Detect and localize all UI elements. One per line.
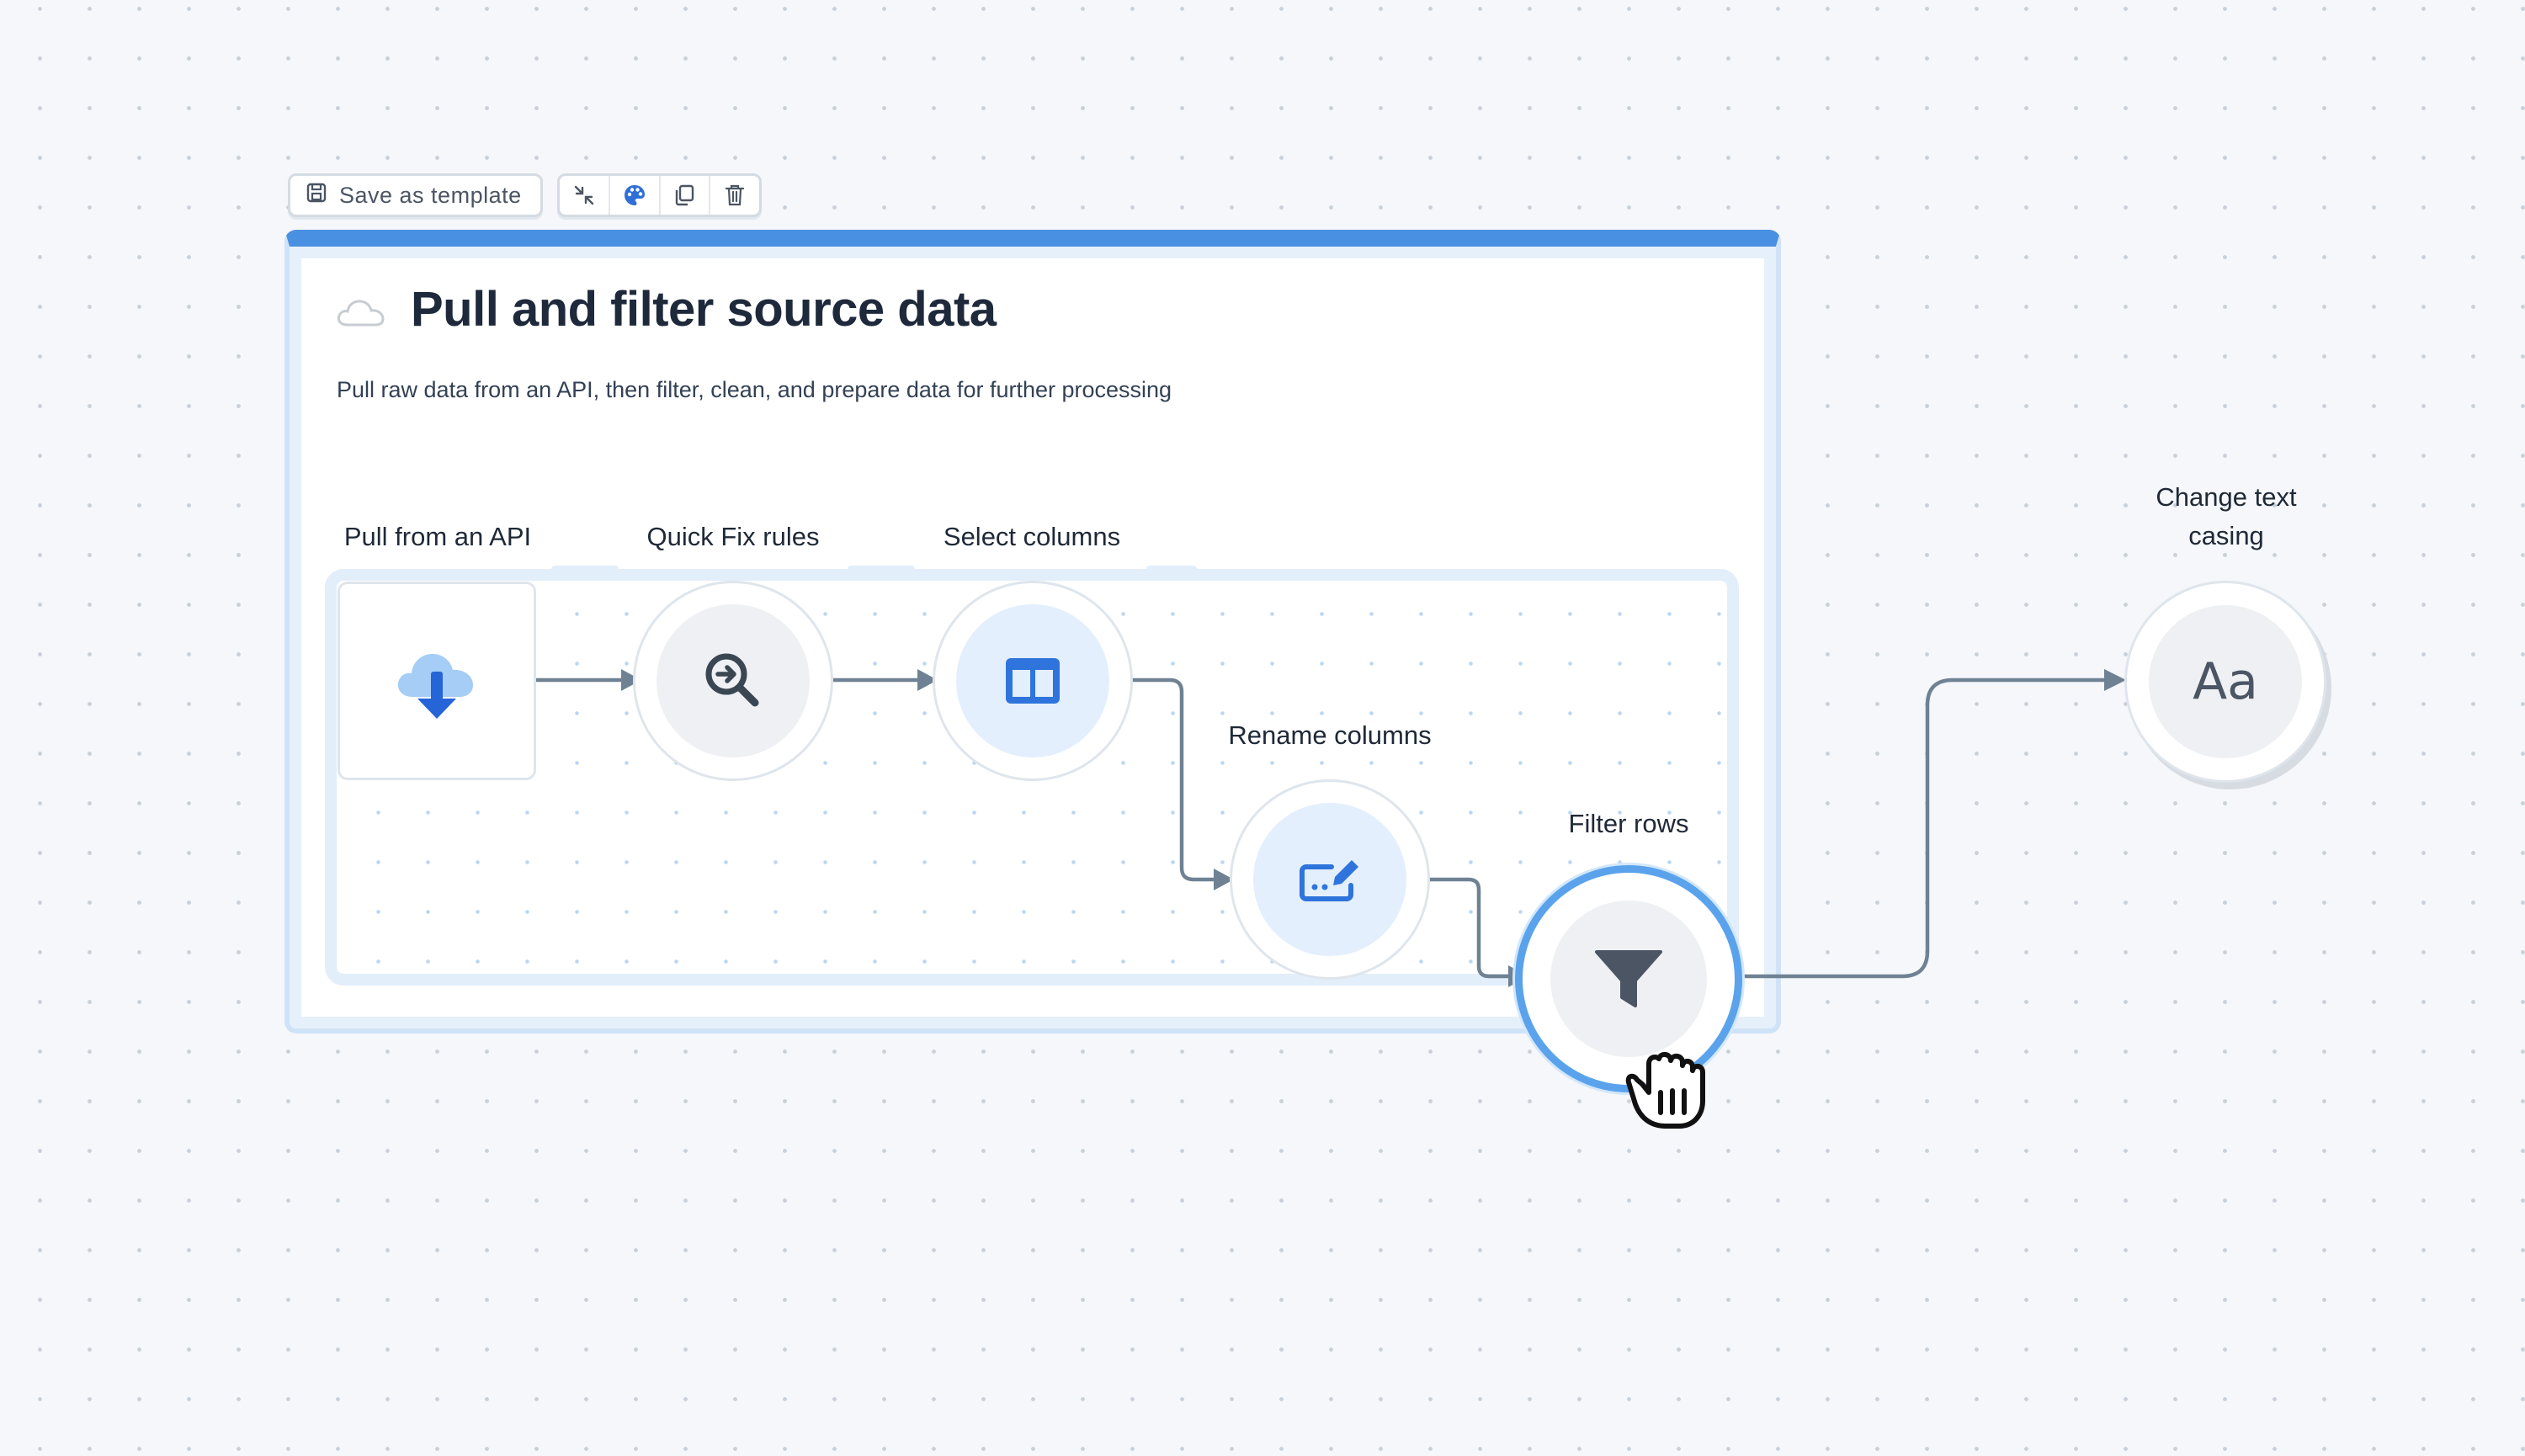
node-rename-columns[interactable] xyxy=(1230,779,1430,980)
node-quick-fix[interactable] xyxy=(633,581,833,781)
cloud-download-icon xyxy=(397,653,473,719)
edge-filter-to-casing xyxy=(1741,678,2104,979)
magnify-arrow-icon xyxy=(705,653,759,707)
node-label-change-casing: Change text casing xyxy=(2156,482,2297,550)
node-select-columns[interactable] xyxy=(933,581,1133,781)
node-change-casing[interactable]: Aa xyxy=(2124,581,2326,783)
node-label-filter-rows: Filter rows xyxy=(1568,809,1689,838)
edge-select-to-rename xyxy=(1130,678,1222,882)
funnel-icon xyxy=(1595,950,1662,1007)
node-label-select-columns: Select columns xyxy=(943,522,1121,551)
node-label-pull-api: Pull from an API xyxy=(343,522,532,551)
edit-field-icon xyxy=(1300,860,1358,901)
edge-rename-to-filter xyxy=(1428,877,1515,979)
node-rename-columns-inner xyxy=(1253,803,1406,956)
node-quick-fix-inner xyxy=(656,604,810,757)
node-label-quick-fix: Quick Fix rules xyxy=(646,522,820,551)
grab-hand-cursor-icon xyxy=(1625,1052,1705,1129)
node-label-rename-columns: Rename columns xyxy=(1228,720,1432,750)
columns-icon xyxy=(1006,658,1060,704)
node-change-casing-inner: Aa xyxy=(2149,605,2302,758)
node-select-columns-inner xyxy=(956,604,1109,757)
text-casing-icon: Aa xyxy=(2193,652,2258,711)
node-pull-api[interactable] xyxy=(338,582,536,780)
